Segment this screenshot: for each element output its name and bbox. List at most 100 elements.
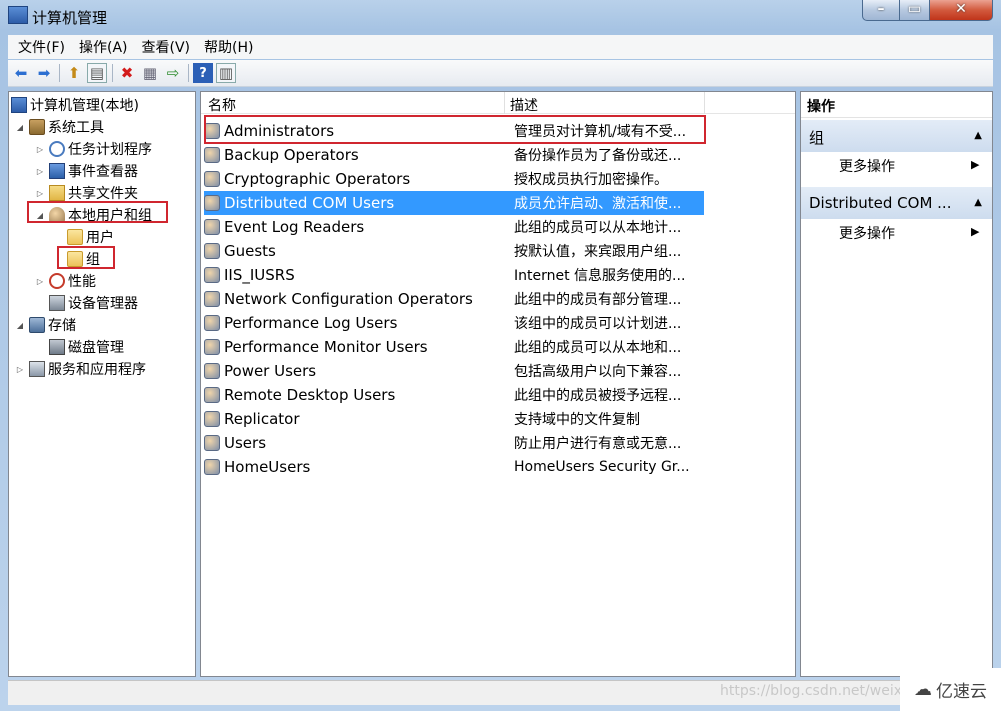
folder-icon xyxy=(67,229,83,245)
more-actions-item[interactable]: 更多操作 xyxy=(839,223,895,243)
tree-item-event-viewer[interactable]: ▷ 事件查看器 xyxy=(35,160,138,182)
tree-item-services-applications[interactable]: ▷ 服务和应用程序 xyxy=(15,358,146,380)
menu-view[interactable]: 查看(V) xyxy=(136,37,197,57)
table-row[interactable]: Network Configuration Operators 此组中的成员有部… xyxy=(204,287,704,311)
collapse-up-icon[interactable]: ▲ xyxy=(974,130,982,141)
up-folder-icon[interactable]: ⬆ xyxy=(64,63,84,83)
collapse-triangle-icon[interactable]: ▷ xyxy=(15,365,25,374)
tree-item-shared-folders[interactable]: ▷ 共享文件夹 xyxy=(35,182,138,204)
services-icon xyxy=(29,361,45,377)
group-description: 此组的成员可以从本地计... xyxy=(514,220,682,236)
computer-icon xyxy=(11,97,27,113)
collapse-up-icon[interactable]: ▲ xyxy=(974,197,982,208)
minimize-icon: – xyxy=(877,1,885,17)
tree-item-storage[interactable]: ◢ 存储 xyxy=(15,314,76,336)
delete-icon[interactable]: ✖ xyxy=(117,63,137,83)
submenu-arrow-icon[interactable]: ▶ xyxy=(971,225,979,238)
expand-triangle-icon[interactable]: ◢ xyxy=(15,321,25,330)
properties-icon[interactable]: ▦ xyxy=(140,63,160,83)
table-row[interactable]: Event Log Readers 此组的成员可以从本地计... xyxy=(204,215,704,239)
menu-action[interactable]: 操作(A) xyxy=(73,37,134,57)
group-icon xyxy=(204,171,220,187)
table-row[interactable]: IIS_IUSRS Internet 信息服务使用的... xyxy=(204,263,704,287)
collapse-triangle-icon[interactable]: ▷ xyxy=(35,277,45,286)
group-description: Internet 信息服务使用的... xyxy=(514,268,686,284)
expand-triangle-icon[interactable]: ◢ xyxy=(15,123,25,132)
brand-cloud-icon: ☁ xyxy=(914,679,932,700)
table-row[interactable]: Guests 按默认值，来宾跟用户组... xyxy=(204,239,704,263)
group-name: Replicator xyxy=(224,410,300,428)
export-list-icon[interactable]: ⇨ xyxy=(163,63,183,83)
show-hide-action-pane-icon[interactable]: ▥ xyxy=(216,63,236,83)
action-group-groups[interactable]: 组 ▲ xyxy=(801,120,992,152)
group-icon xyxy=(204,339,220,355)
column-separator[interactable] xyxy=(704,92,705,114)
shared-folder-icon xyxy=(49,185,65,201)
tree-item-performance[interactable]: ▷ 性能 xyxy=(35,270,96,292)
tree-item-disk-management[interactable]: 磁盘管理 xyxy=(49,336,124,358)
table-row[interactable]: Backup Operators 备份操作员为了备份或还... xyxy=(204,143,704,167)
group-icon xyxy=(204,123,220,139)
group-icon xyxy=(204,195,220,211)
table-row[interactable]: Administrators 管理员对计算机/域有不受... xyxy=(204,119,704,143)
tree-item-task-scheduler[interactable]: ▷ 任务计划程序 xyxy=(35,138,152,160)
tree-item-label: 事件查看器 xyxy=(68,164,138,180)
performance-icon xyxy=(49,273,65,289)
table-row-selected[interactable]: Distributed COM Users 成员允许启动、激活和使... xyxy=(204,191,704,215)
group-icon xyxy=(204,291,220,307)
tree-item-label: 组 xyxy=(86,252,100,268)
tree-item-users[interactable]: 用户 xyxy=(67,226,114,248)
tree-item-local-users-groups[interactable]: ◢ 本地用户和组 xyxy=(35,204,152,226)
group-icon xyxy=(204,147,220,163)
group-icon xyxy=(204,459,220,475)
forward-arrow-icon[interactable]: ➡ xyxy=(34,63,54,83)
menu-file[interactable]: 文件(F) xyxy=(12,37,71,57)
tree-item-groups[interactable]: 组 xyxy=(67,248,100,270)
tree-item-computer-management[interactable]: 计算机管理(本地) xyxy=(11,94,139,116)
action-group-selected-item[interactable]: Distributed COM ... ▲ xyxy=(801,187,992,219)
group-description: 包括高级用户以向下兼容... xyxy=(514,364,682,380)
table-row[interactable]: Cryptographic Operators 授权成员执行加密操作。 xyxy=(204,167,704,191)
collapse-triangle-icon[interactable]: ▷ xyxy=(35,189,45,198)
more-actions-item[interactable]: 更多操作 xyxy=(839,156,895,176)
computer-management-icon xyxy=(8,6,28,24)
table-row[interactable]: Power Users 包括高级用户以向下兼容... xyxy=(204,359,704,383)
minimize-button[interactable]: – xyxy=(862,0,900,21)
column-header-description[interactable]: 描述 xyxy=(510,95,538,115)
help-icon[interactable]: ? xyxy=(193,63,213,83)
back-arrow-icon[interactable]: ⬅ xyxy=(11,63,31,83)
close-button[interactable]: ✕ xyxy=(929,0,993,21)
group-name: Guests xyxy=(224,242,276,260)
table-row[interactable]: Performance Monitor Users 此组的成员可以从本地和... xyxy=(204,335,704,359)
maximize-icon: ▭ xyxy=(907,1,922,17)
group-icon xyxy=(204,411,220,427)
title-bar[interactable]: 计算机管理 – ▭ ✕ xyxy=(0,0,1001,34)
tree-item-device-manager[interactable]: 设备管理器 xyxy=(49,292,138,314)
column-header-name[interactable]: 名称 xyxy=(208,95,236,115)
console-tree[interactable]: 计算机管理(本地) ◢ 系统工具 ▷ 任务计划程序 ▷ 事件查看器 ▷ 共享文件… xyxy=(8,91,196,677)
table-row[interactable]: Users 防止用户进行有意或无意... xyxy=(204,431,704,455)
tree-item-label: 本地用户和组 xyxy=(68,208,152,224)
group-list[interactable]: 名称 描述 Administrators 管理员对计算机/域有不受... Bac… xyxy=(200,91,796,677)
group-icon xyxy=(204,435,220,451)
column-separator[interactable] xyxy=(504,92,505,114)
collapse-triangle-icon[interactable]: ▷ xyxy=(35,167,45,176)
table-row[interactable]: Remote Desktop Users 此组中的成员被授予远程... xyxy=(204,383,704,407)
folder-icon xyxy=(67,251,83,267)
group-name: HomeUsers xyxy=(224,458,311,476)
menu-help[interactable]: 帮助(H) xyxy=(198,37,259,57)
collapse-triangle-icon[interactable]: ▷ xyxy=(35,145,45,154)
maximize-button[interactable]: ▭ xyxy=(899,0,930,21)
expand-triangle-icon[interactable]: ◢ xyxy=(35,211,45,220)
tree-item-label: 用户 xyxy=(86,230,114,246)
tree-item-label: 计算机管理(本地) xyxy=(30,98,139,114)
table-row[interactable]: Performance Log Users 该组中的成员可以计划进... xyxy=(204,311,704,335)
show-hide-tree-icon[interactable]: ▤ xyxy=(87,63,107,83)
tree-item-system-tools[interactable]: ◢ 系统工具 xyxy=(15,116,104,138)
table-row[interactable]: Replicator 支持域中的文件复制 xyxy=(204,407,704,431)
submenu-arrow-icon[interactable]: ▶ xyxy=(971,158,979,171)
group-description: HomeUsers Security Gr... xyxy=(514,459,690,475)
clock-icon xyxy=(49,141,65,157)
group-description: 此组的成员可以从本地和... xyxy=(514,340,682,356)
table-row[interactable]: HomeUsers HomeUsers Security Gr... xyxy=(204,455,704,479)
